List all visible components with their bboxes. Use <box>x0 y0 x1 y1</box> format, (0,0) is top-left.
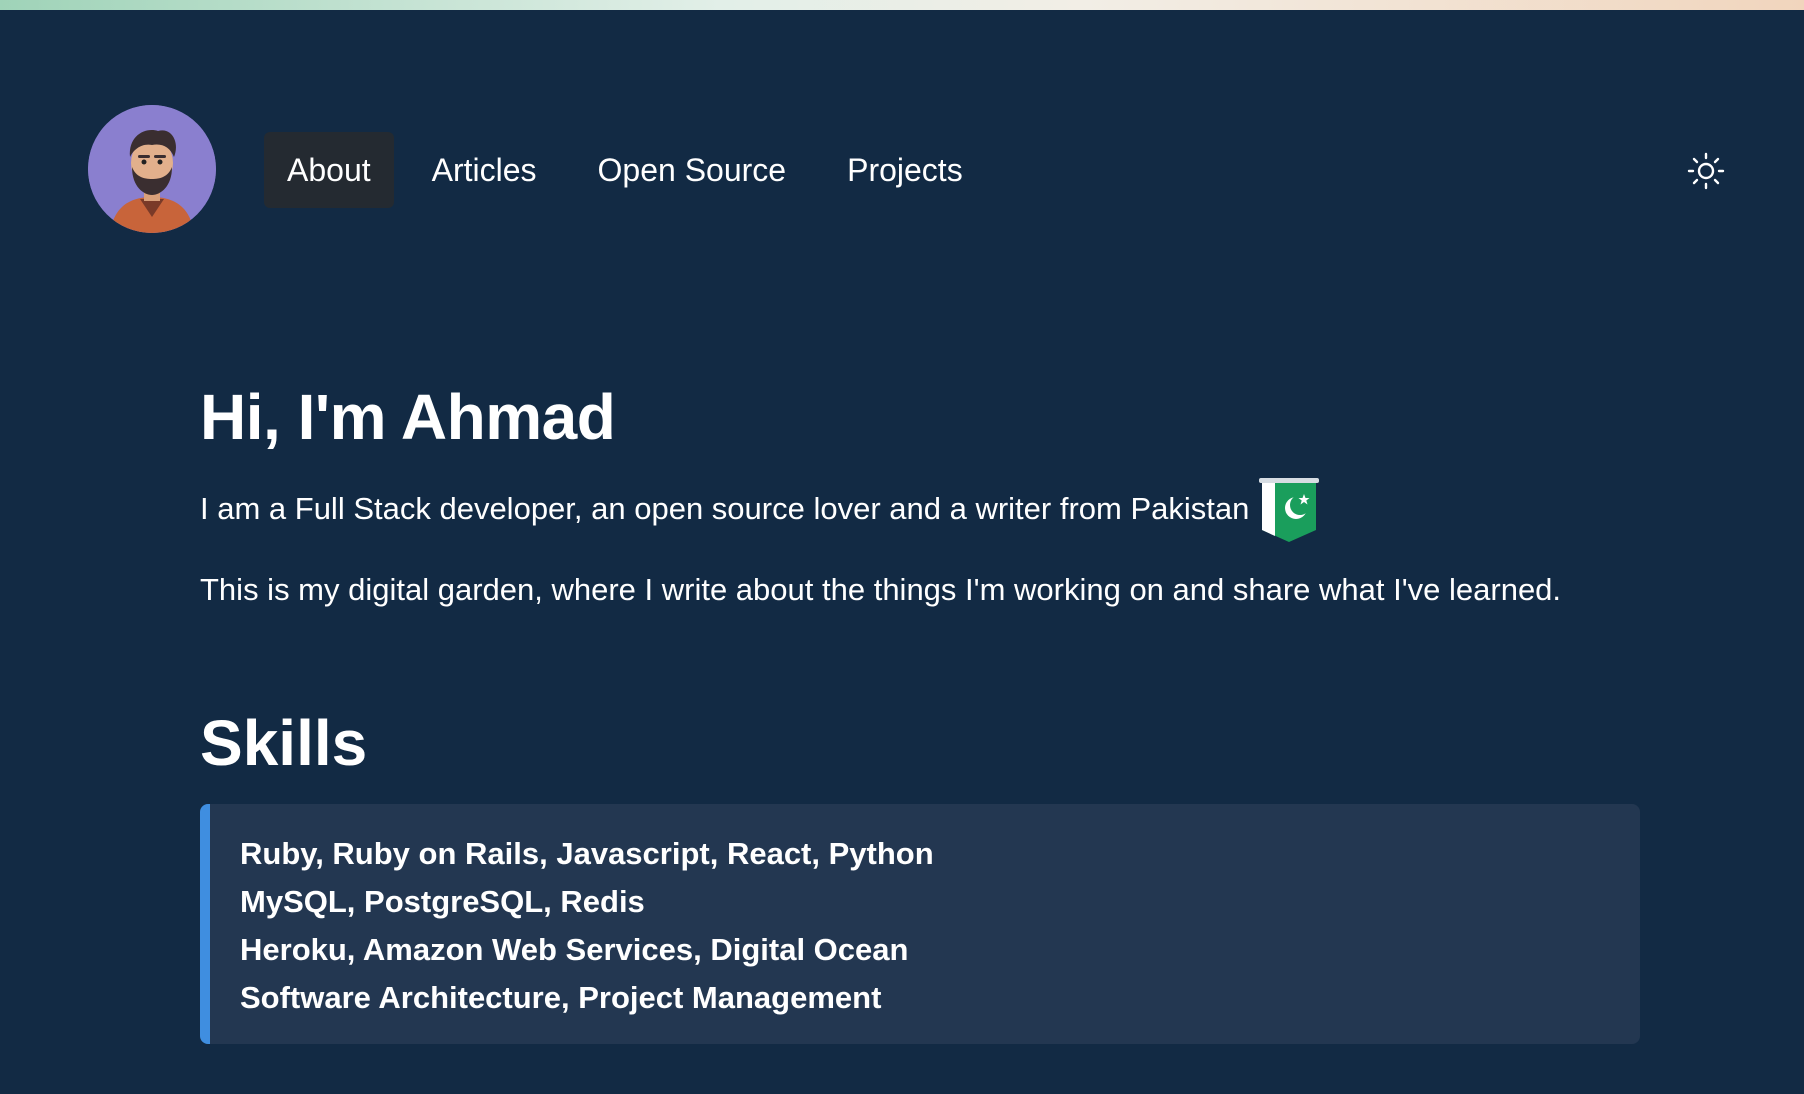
intro-paragraph: I am a Full Stack developer, an open sou… <box>200 476 1640 542</box>
skills-blockquote: Ruby, Ruby on Rails, Javascript, React, … <box>200 804 1640 1044</box>
main-content: Hi, I'm Ahmad I am a Full Stack develope… <box>200 378 1640 1044</box>
avatar[interactable] <box>88 105 216 233</box>
intro-text: I am a Full Stack developer, an open sou… <box>200 491 1250 526</box>
site-header: About Articles Open Source Projects <box>88 105 1728 235</box>
skill-line-languages: Ruby, Ruby on Rails, Javascript, React, … <box>240 836 934 871</box>
nav-item-about[interactable]: About <box>264 132 394 208</box>
page-title: Hi, I'm Ahmad <box>200 381 616 453</box>
sun-icon <box>1687 152 1725 190</box>
nav-item-open-source[interactable]: Open Source <box>575 132 810 208</box>
top-gradient-bar <box>0 0 1804 10</box>
main-nav: About Articles Open Source Projects <box>264 132 1001 208</box>
skill-line-management: Software Architecture, Project Managemen… <box>240 980 882 1015</box>
skill-line-hosting: Heroku, Amazon Web Services, Digital Oce… <box>240 932 909 967</box>
nav-item-articles[interactable]: Articles <box>409 132 560 208</box>
pakistan-flag-icon <box>1259 476 1320 542</box>
skills-heading: Skills <box>200 707 368 779</box>
nav-item-projects[interactable]: Projects <box>824 132 986 208</box>
garden-paragraph: This is my digital garden, where I write… <box>200 572 1562 607</box>
avatar-icon <box>88 105 216 233</box>
theme-toggle-button[interactable] <box>1684 149 1728 193</box>
skill-line-databases: MySQL, PostgreSQL, Redis <box>240 884 645 919</box>
